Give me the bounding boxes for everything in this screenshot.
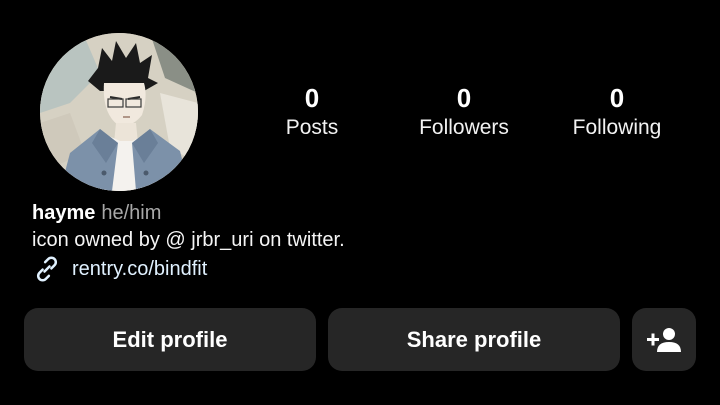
edit-profile-button[interactable]: Edit profile	[24, 308, 316, 371]
following-label: Following	[572, 116, 662, 139]
username: hayme	[32, 202, 96, 224]
followers-label: Followers	[419, 116, 509, 139]
avatar-image	[40, 33, 198, 191]
profile-avatar[interactable]	[40, 33, 198, 191]
profile-header: 0 Posts 0 Followers 0 Following hayme he/…	[0, 0, 720, 405]
link-text: rentry.co/bindfit	[72, 257, 208, 280]
add-person-button[interactable]	[632, 308, 696, 371]
name-row: hayme he/him	[32, 201, 161, 225]
posts-count: 0	[304, 83, 320, 113]
stat-following[interactable]: 0 Following	[547, 82, 687, 142]
link-icon	[32, 254, 62, 284]
pronouns: he/him	[101, 202, 162, 224]
profile-link[interactable]: rentry.co/bindfit	[32, 255, 207, 283]
stat-posts[interactable]: 0 Posts	[242, 82, 382, 142]
person-add-icon	[647, 327, 681, 352]
followers-count: 0	[456, 83, 472, 113]
following-count: 0	[609, 83, 625, 113]
posts-label: Posts	[285, 116, 339, 139]
share-profile-button[interactable]: Share profile	[328, 308, 620, 371]
bio-text: icon owned by @ jrbr_uri on twitter.	[32, 229, 345, 251]
stat-followers[interactable]: 0 Followers	[394, 82, 534, 142]
